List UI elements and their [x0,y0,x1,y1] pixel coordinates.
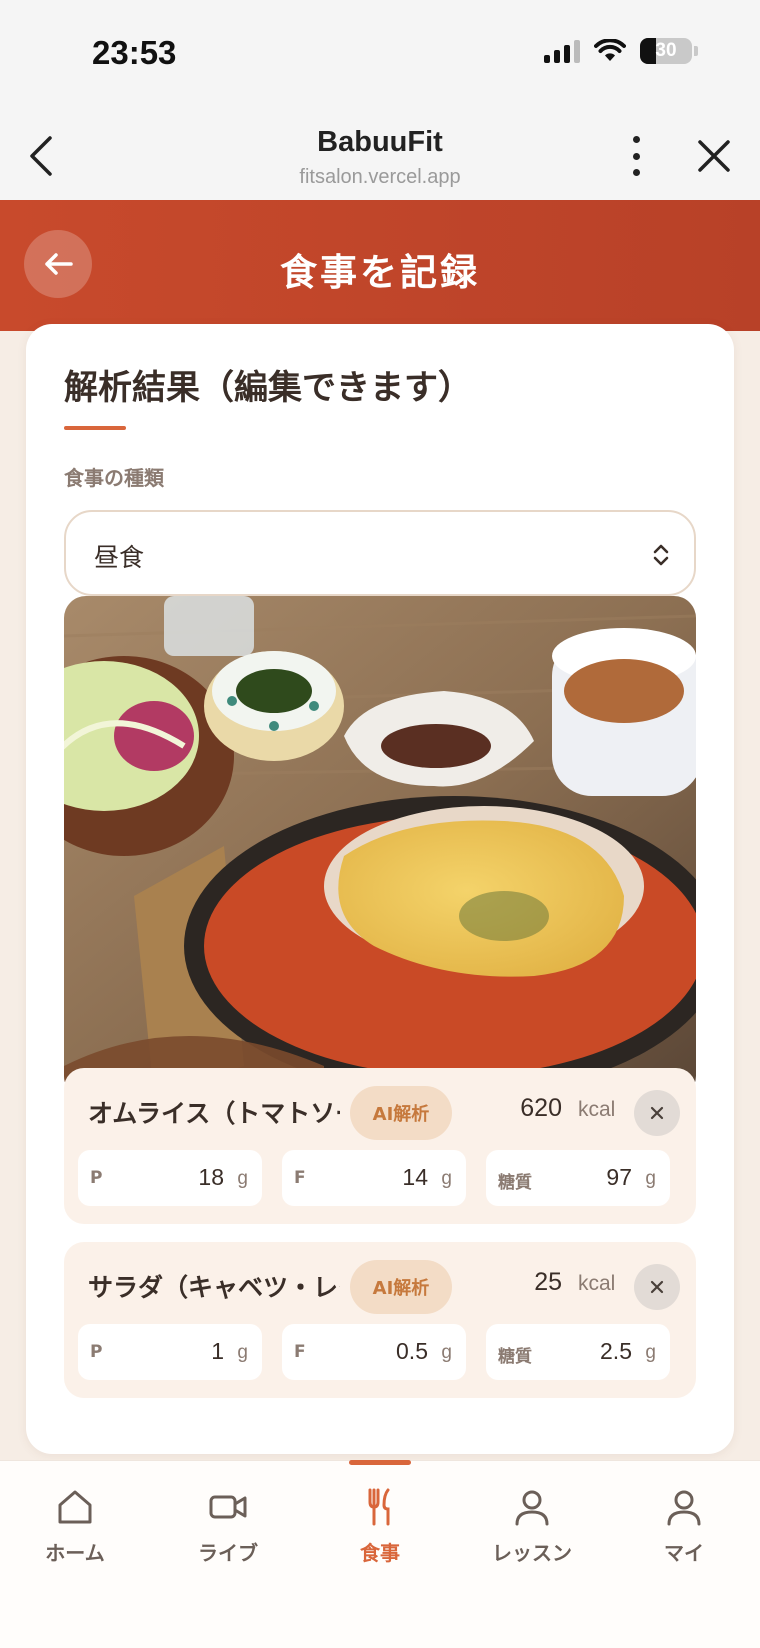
macro-label: 糖質 [498,1173,532,1193]
macro-value[interactable]: 97 [606,1164,632,1191]
meal-photo [64,596,696,1098]
protein-field[interactable]: P 1 g [78,1324,262,1380]
macro-value[interactable]: 14 [402,1164,428,1191]
wifi-icon [594,39,626,61]
kcal-unit: kcal [578,1272,616,1295]
carb-field[interactable]: 糖質 2.5 g [486,1324,670,1380]
close-icon [650,1106,664,1120]
kcal-unit: kcal [578,1098,616,1121]
status-time: 23:53 [92,34,177,71]
title-underline [64,426,126,430]
macro-unit: g [237,1168,248,1189]
remove-food-button[interactable] [634,1090,680,1136]
macro-unit: g [237,1342,248,1363]
carb-field[interactable]: 糖質 97 g [486,1150,670,1206]
battery-icon: 30 [640,38,692,64]
macro-label: F [294,1342,306,1362]
fat-field[interactable]: F 0.5 g [282,1324,466,1380]
kcal-value[interactable]: 620 [520,1094,562,1123]
fat-field[interactable]: F 14 g [282,1150,466,1206]
food-item: サラダ（キャベツ・レタス） AI解析 25 kcal P 1 g F 0.5 g… [64,1242,696,1398]
nav-item-live[interactable]: ライブ [168,1487,288,1577]
protein-field[interactable]: P 18 g [78,1150,262,1206]
app-header: 食事を記録 [0,200,760,331]
nav-item-meal[interactable]: 食事 [320,1487,440,1577]
food-name[interactable]: サラダ（キャベツ・レタス） [88,1268,340,1308]
battery-level: 30 [655,40,677,61]
home-icon [58,1490,92,1524]
macro-unit: g [645,1342,656,1363]
macro-value[interactable]: 0.5 [396,1338,428,1365]
nav-item-my[interactable]: マイ [624,1487,744,1577]
nav-label: 食事 [360,1541,400,1565]
nav-label: マイ [664,1541,704,1565]
ai-analysis-badge: AI解析 [350,1260,452,1314]
bottom-nav: ホーム ライブ 食事 レッスン マイ [0,1460,760,1648]
macro-unit: g [645,1168,656,1189]
more-options-icon[interactable] [628,136,644,176]
status-icons: 30 [544,38,698,64]
nav-item-lesson[interactable]: レッスン [472,1487,592,1577]
macro-label: P [90,1168,103,1188]
remove-food-button[interactable] [634,1264,680,1310]
close-icon[interactable] [696,138,732,174]
person-icon [515,1490,549,1526]
browser-url[interactable]: fitsalon.vercel.app [0,166,760,189]
video-icon [209,1495,247,1519]
analysis-card: 解析結果（編集できます） 食事の種類 昼食 オムライス（トマトソ AI解析 62… [26,324,734,1454]
macro-value[interactable]: 18 [198,1164,224,1191]
status-bar: 23:53 30 [0,0,760,110]
nav-label: ライブ [198,1541,258,1565]
page-title: 食事を記録 [280,251,480,294]
person-icon [667,1490,701,1526]
signal-icon [544,39,580,63]
utensils-icon [368,1488,390,1526]
meal-type-select[interactable]: 昼食 [64,510,696,596]
nav-item-home[interactable]: ホーム [15,1487,135,1577]
nav-label: レッスン [492,1541,572,1565]
card-title: 解析結果（編集できます） [64,368,472,408]
macro-value[interactable]: 1 [211,1338,224,1365]
nav-label: ホーム [45,1541,105,1565]
macro-label: P [90,1342,103,1362]
macro-unit: g [441,1168,452,1189]
close-icon [650,1280,664,1294]
macro-label: 糖質 [498,1347,532,1367]
browser-bar: BabuuFit fitsalon.vercel.app [0,110,760,200]
meal-type-value: 昼食 [94,543,145,572]
active-tab-indicator [349,1460,411,1465]
browser-title: BabuuFit [317,126,443,158]
battery-tip [694,46,698,56]
macro-unit: g [441,1342,452,1363]
macro-label: F [294,1168,306,1188]
ai-analysis-badge: AI解析 [350,1086,452,1140]
meal-type-label: 食事の種類 [64,466,164,490]
kcal-value[interactable]: 25 [534,1268,562,1297]
food-name[interactable]: オムライス（トマトソース） [88,1094,340,1134]
macro-value[interactable]: 2.5 [600,1338,632,1365]
food-item: オムライス（トマトソース） AI解析 620 kcal P 18 g F 14 … [64,1068,696,1224]
chevron-updown-icon [653,544,669,566]
